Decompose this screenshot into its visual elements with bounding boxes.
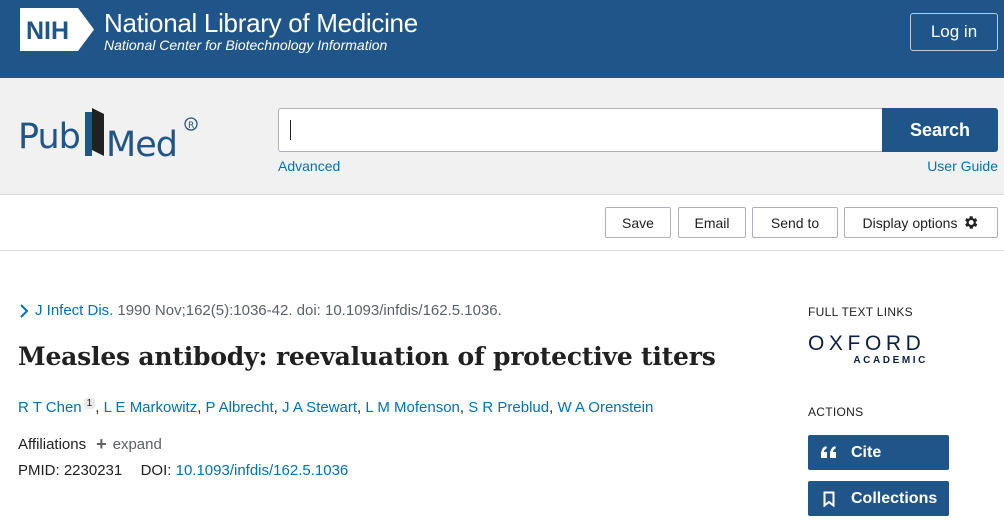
advanced-search-link[interactable]: Advanced — [278, 158, 340, 174]
svg-text:Med: Med — [106, 125, 177, 165]
collections-label: Collections — [851, 489, 938, 507]
affiliations-label: Affiliations — [18, 435, 87, 453]
save-button[interactable]: Save — [605, 207, 671, 238]
pmid-value: 2230231 — [63, 462, 123, 479]
academic-wordmark: ACADEMIC — [853, 355, 928, 366]
nih-logo[interactable]: NIH — [18, 6, 96, 53]
affiliation-ref[interactable]: 1 — [83, 398, 96, 409]
citation-line: J Infect Dis. 1990 Nov;162(5):1036-42. d… — [18, 302, 502, 319]
send-to-button[interactable]: Send to — [752, 207, 838, 238]
login-button[interactable]: Log in — [910, 13, 998, 51]
author-link[interactable]: S R Preblud — [468, 399, 549, 416]
identifiers-row: PMID: 2230231 DOI: 10.1093/infdis/162.5.… — [18, 462, 348, 479]
expand-affiliations-button[interactable]: + expand — [96, 435, 162, 453]
author-link[interactable]: R T Chen — [18, 399, 82, 416]
doi-label: DOI: — [140, 462, 172, 479]
nih-header: NIH National Library of Medicine Nationa… — [0, 0, 1004, 78]
doi-link[interactable]: 10.1093/infdis/162.5.1036 — [176, 462, 349, 479]
plus-icon: + — [96, 434, 107, 454]
text-cursor — [290, 120, 291, 140]
pmid-label: PMID: — [18, 462, 60, 479]
author-link[interactable]: W A Orenstein — [557, 399, 653, 416]
cite-button[interactable]: Cite — [808, 435, 949, 470]
quote-icon — [821, 445, 837, 461]
full-text-links-heading: FULL TEXT LINKS — [808, 305, 913, 319]
actions-heading: ACTIONS — [808, 405, 864, 419]
expand-label: expand — [112, 435, 162, 453]
svg-text:R: R — [188, 121, 194, 131]
author-link[interactable]: P Albrecht — [206, 399, 274, 416]
nih-mark: NIH — [26, 17, 69, 45]
search-input[interactable] — [278, 108, 883, 152]
collections-button[interactable]: Collections — [808, 481, 949, 516]
citation-details: 1990 Nov;162(5):1036-42. doi: 10.1093/in… — [117, 302, 502, 319]
article-toolbar: Save Email Send to Display options — [0, 195, 1004, 251]
author-list: R T Chen 1, L E Markowitz, P Albrecht, J … — [18, 398, 654, 416]
pubmed-logo[interactable]: Pub Med R — [18, 102, 202, 166]
search-band: Pub Med R Search Advanced User Guide — [0, 78, 1004, 195]
org-subtitle[interactable]: National Center for Biotechnology Inform… — [104, 37, 387, 53]
author-link[interactable]: L E Markowitz — [104, 399, 198, 416]
org-title[interactable]: National Library of Medicine — [104, 8, 418, 39]
oxford-wordmark: OXFORD — [808, 332, 926, 355]
oxford-academic-link[interactable]: OXFORD ACADEMIC — [808, 333, 930, 367]
affiliations-row: Affiliations + expand — [18, 435, 162, 453]
display-options-button[interactable]: Display options — [844, 207, 998, 238]
author-link[interactable]: J A Stewart — [282, 399, 357, 416]
email-button[interactable]: Email — [678, 207, 746, 238]
bookmark-icon — [821, 491, 837, 507]
gear-icon — [965, 216, 978, 229]
svg-text:Pub: Pub — [18, 117, 80, 157]
cite-label: Cite — [851, 443, 882, 461]
display-options-label: Display options — [862, 214, 958, 231]
chevron-right-icon[interactable] — [18, 303, 30, 319]
search-button[interactable]: Search — [882, 108, 998, 152]
article-title: Measles antibody: reevaluation of protec… — [18, 342, 716, 371]
author-link[interactable]: L M Mofenson — [365, 399, 460, 416]
journal-link[interactable]: J Infect Dis. — [35, 302, 113, 319]
user-guide-link[interactable]: User Guide — [927, 158, 998, 174]
